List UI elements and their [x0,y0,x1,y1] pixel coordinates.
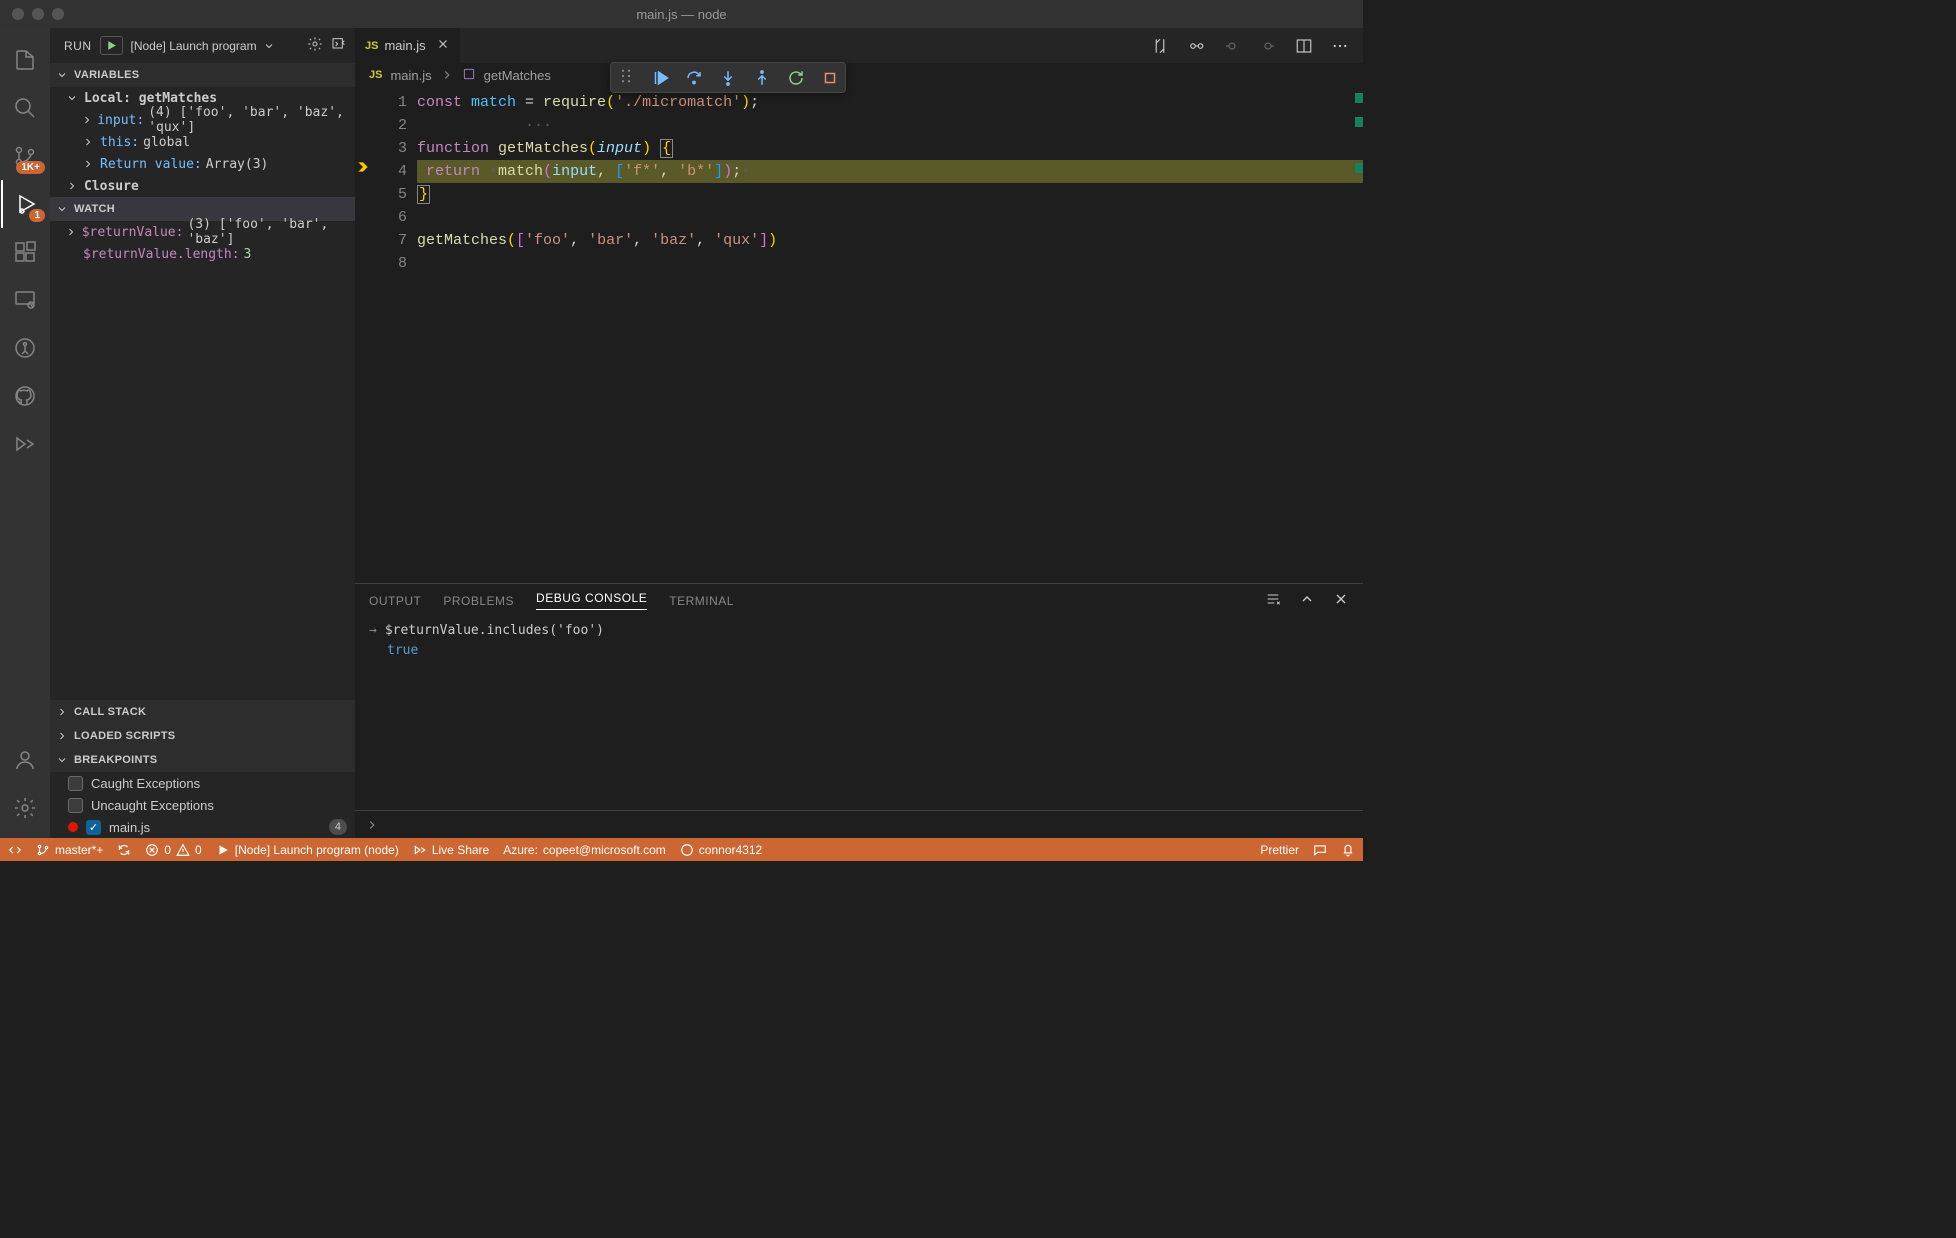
editor-tab-mainjs[interactable]: JS main.js [355,28,461,63]
stop-button[interactable] [821,69,839,87]
restart-button[interactable] [787,69,805,87]
explorer-icon[interactable] [1,36,49,84]
titlebar: main.js — node [0,0,1363,28]
run-label: RUN [64,39,92,53]
js-file-icon: JS [365,40,378,52]
variables-title: VARIABLES [74,69,139,81]
github-user-status[interactable]: connor4312 [680,843,762,857]
js-file-icon: JS [369,69,382,81]
code-content[interactable]: const match = require('./micromatch'); ·… [417,87,1363,583]
editor-body[interactable]: 12345678 const match = require('./microm… [355,87,1363,583]
panel-close-icon[interactable] [1333,591,1349,610]
breakpoint-file-mainjs[interactable]: main.js 4 [50,816,355,838]
run-debug-icon[interactable]: 1 [1,180,49,228]
launch-config-name: [Node] Launch program [131,39,257,53]
git-graph-icon[interactable] [1,324,49,372]
panel-tab-debug-console[interactable]: DEBUG CONSOLE [536,591,647,610]
editor-area: JS main.js JS main.js getMatc [355,28,1363,838]
run-debug-sidebar: RUN [Node] Launch program VARIABLES [50,28,355,838]
problems-status[interactable]: 0 0 [145,843,201,857]
accounts-icon[interactable] [1,736,49,784]
panel-tab-terminal[interactable]: TERMINAL [669,594,734,608]
debug-target-status[interactable]: [Node] Launch program (node) [216,843,399,857]
panel-chevron-up-icon[interactable] [1299,591,1315,610]
extensions-icon[interactable] [1,228,49,276]
bell-icon[interactable] [1341,843,1355,857]
panel-tab-output[interactable]: OUTPUT [369,594,421,608]
close-tab-icon[interactable] [436,37,450,54]
breakpoint-line-badge: 4 [329,819,347,835]
panel-tabs: OUTPUT PROBLEMS DEBUG CONSOLE TERMINAL [355,584,1363,617]
scm-badge: 1K+ [16,161,45,174]
debug-console-icon[interactable] [331,36,347,55]
run-next-icon[interactable] [1259,37,1277,55]
continue-button[interactable] [651,69,669,87]
run-prev-icon[interactable] [1223,37,1241,55]
debug-console-input[interactable] [355,810,1363,838]
checkbox-unchecked[interactable] [68,798,83,813]
liveshare-status[interactable]: Live Share [413,843,489,857]
breakpoint-caught-exceptions[interactable]: Caught Exceptions [50,772,355,794]
clear-console-icon[interactable] [1265,591,1281,610]
bottom-panel: OUTPUT PROBLEMS DEBUG CONSOLE TERMINAL →… [355,583,1363,838]
gear-icon[interactable] [307,36,323,55]
window-title: main.js — node [636,7,726,22]
step-into-button[interactable] [719,69,737,87]
debug-badge: 1 [29,209,45,222]
variables-closure[interactable]: Closure [50,175,355,197]
debug-toolbar[interactable] [610,62,846,93]
github-icon[interactable] [1,372,49,420]
variables-section-header[interactable]: VARIABLES [50,63,355,87]
liveshare-icon[interactable] [1,420,49,468]
callstack-section-header[interactable]: CALL STACK [50,700,355,724]
toolbar-grip-icon[interactable] [617,67,635,88]
checkbox-unchecked[interactable] [68,776,83,791]
run-header: RUN [Node] Launch program [50,28,355,63]
split-editor-icon[interactable] [1295,37,1313,55]
line-numbers: 12345678 [375,87,417,583]
feedback-icon[interactable] [1313,843,1327,857]
variable-input[interactable]: input: (4) ['foo', 'bar', 'baz', 'qux'] [50,109,355,131]
minimap[interactable] [1349,87,1363,583]
scope-label: Local: getMatches [84,91,217,106]
prettier-status[interactable]: Prettier [1260,843,1299,857]
start-debug-button[interactable] [100,36,123,55]
debug-console-output[interactable]: →$returnValue.includes('foo') true [355,617,1363,810]
panel-tab-problems[interactable]: PROBLEMS [443,594,514,608]
more-actions-icon[interactable] [1331,37,1349,55]
editor-actions [1151,37,1363,55]
open-changes-icon[interactable] [1187,37,1205,55]
breakpoints-section-header[interactable]: BREAKPOINTS [50,748,355,772]
compare-changes-icon[interactable] [1151,37,1169,55]
current-execution-arrow-icon [356,160,370,179]
zoom-window-button[interactable] [52,8,64,20]
checkbox-checked[interactable] [86,820,101,835]
settings-gear-icon[interactable] [1,784,49,832]
source-control-icon[interactable]: 1K+ [1,132,49,180]
step-out-button[interactable] [753,69,771,87]
remote-status-icon[interactable] [8,843,22,857]
loaded-scripts-section-header[interactable]: LOADED SCRIPTS [50,724,355,748]
editor-tab-bar: JS main.js [355,28,1363,63]
breadcrumb[interactable]: JS main.js getMatches [355,63,1363,87]
activity-bar: 1K+ 1 [0,28,50,838]
launch-config-dropdown[interactable]: [Node] Launch program [131,39,300,53]
breakpoint-dot-icon [68,822,78,832]
close-window-button[interactable] [12,8,24,20]
status-bar: master*+ 0 0 [Node] Launch program (node… [0,838,1363,861]
git-branch-status[interactable]: master*+ [36,843,103,857]
watch-return-value[interactable]: $returnValue: (3) ['foo', 'bar', 'baz'] [50,221,355,243]
traffic-lights [0,8,64,20]
remote-icon[interactable] [1,276,49,324]
minimize-window-button[interactable] [32,8,44,20]
search-icon[interactable] [1,84,49,132]
breakpoint-uncaught-exceptions[interactable]: Uncaught Exceptions [50,794,355,816]
azure-status[interactable]: Azure: copeet@microsoft.com [503,843,666,857]
step-over-button[interactable] [685,69,703,87]
sync-status-icon[interactable] [117,843,131,857]
method-icon [462,67,476,84]
variable-return[interactable]: Return value: Array(3) [50,153,355,175]
glyph-margin[interactable] [355,87,375,583]
